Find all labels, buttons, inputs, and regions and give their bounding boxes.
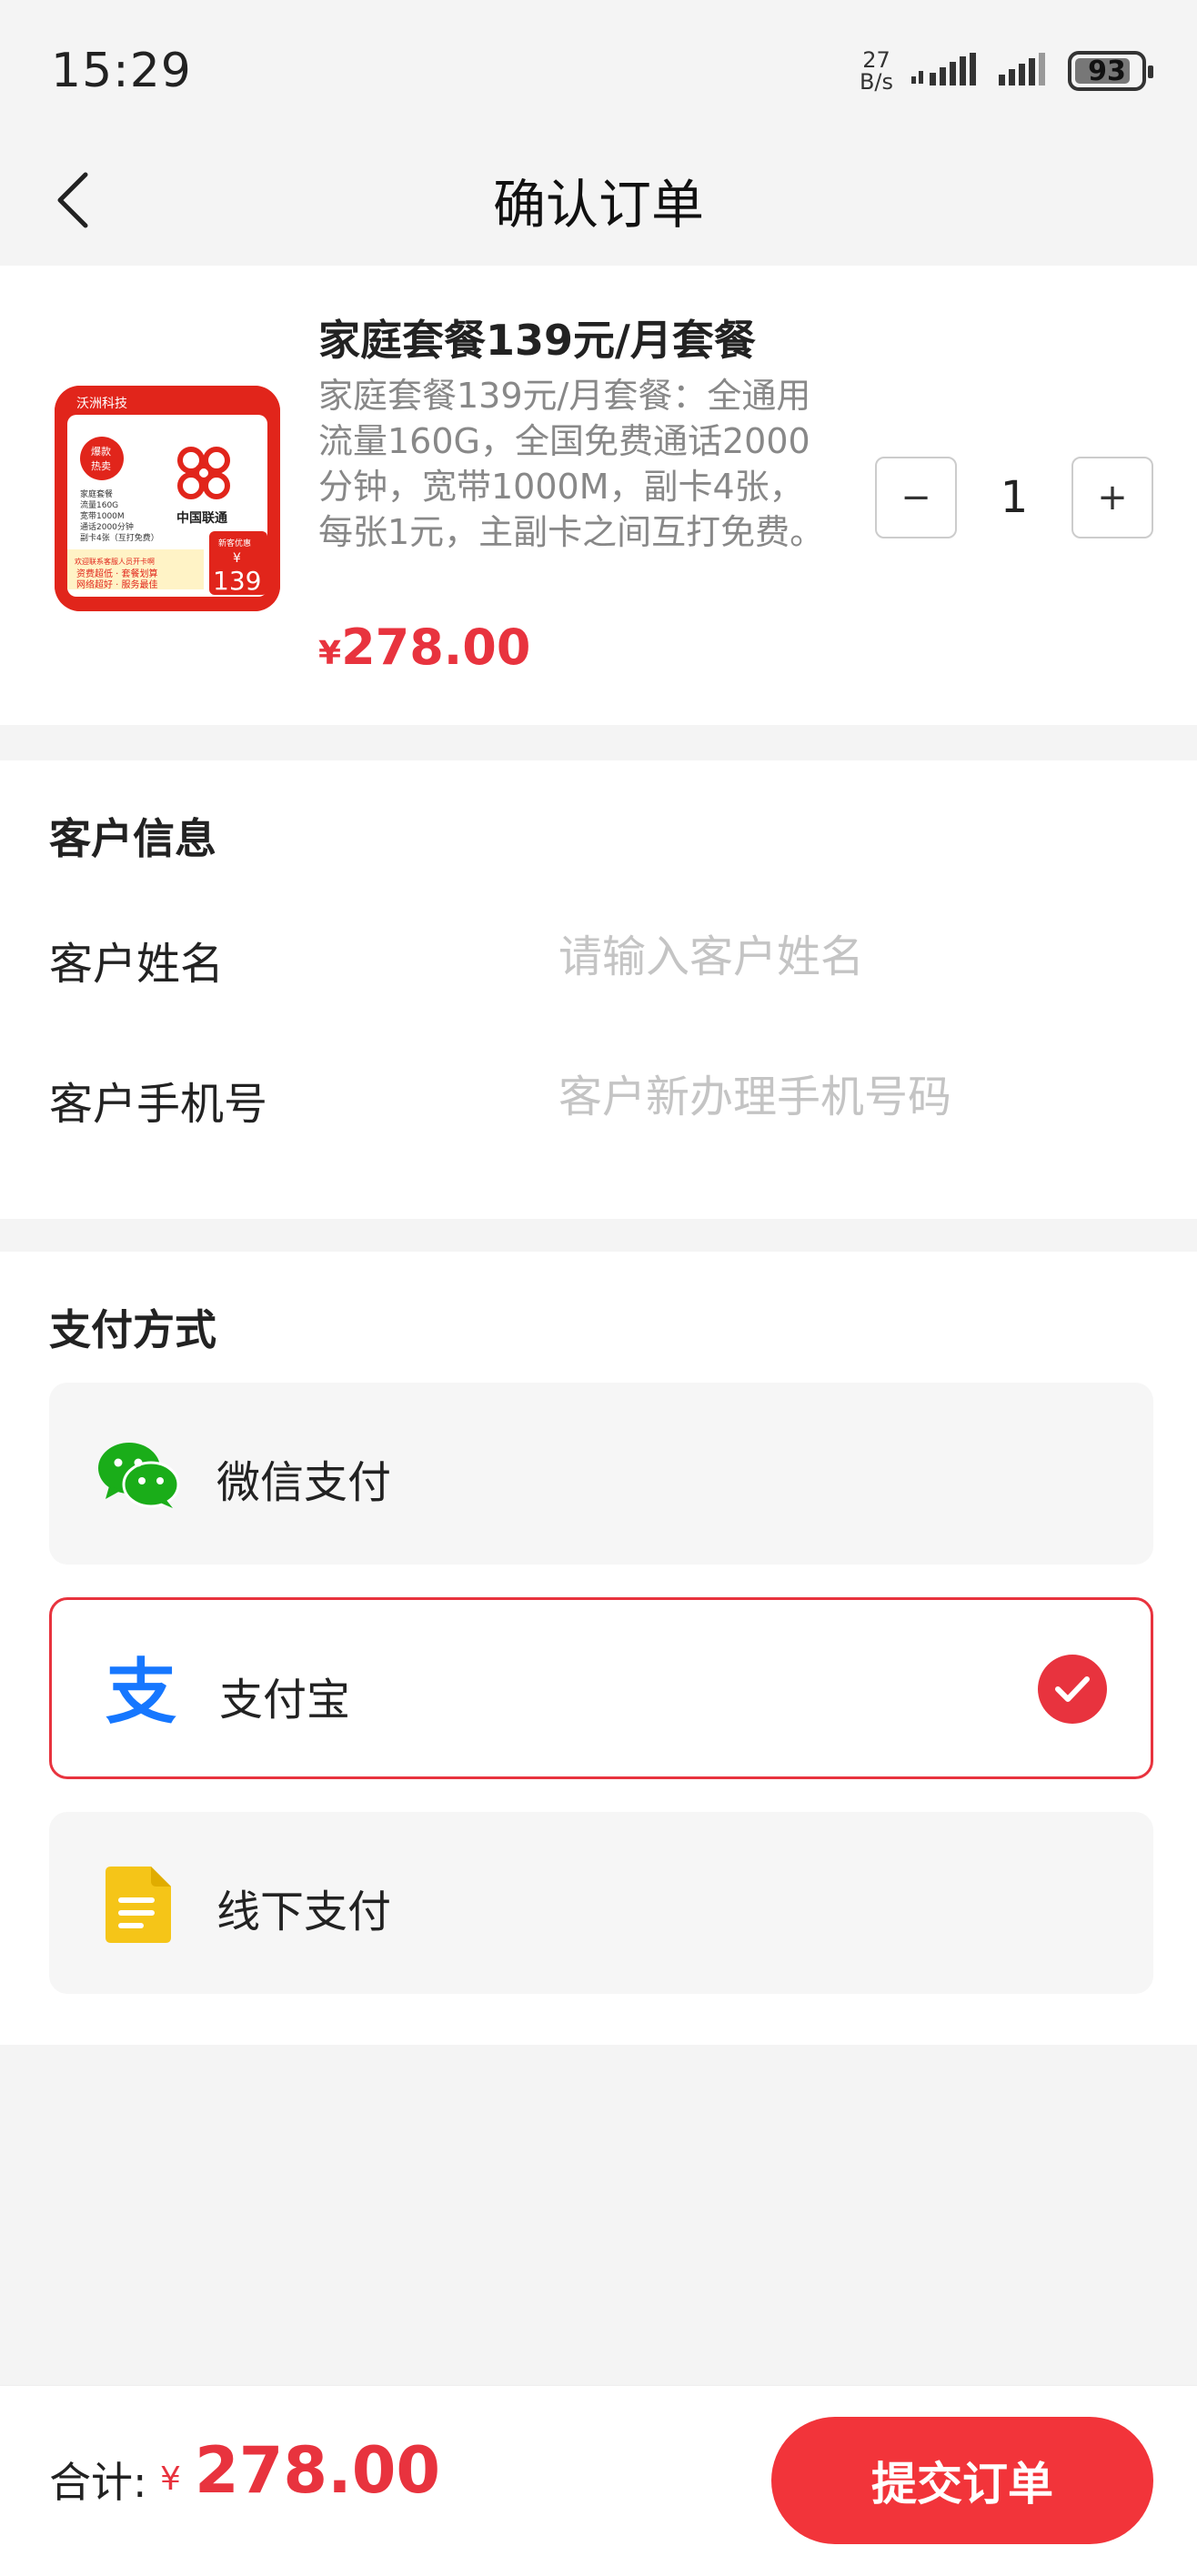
checkout-bar: 合计: ¥ 278.00 提交订单 [0, 2385, 1197, 2576]
signal-icon-2 [999, 53, 1045, 86]
network-speed: 27 B/s [860, 49, 893, 93]
poster-footer-2: 资费超低 · 套餐划算 [76, 568, 158, 579]
poster-line-3: 宽带1000M [80, 510, 125, 521]
alipay-glyph: 支 [105, 1652, 176, 1734]
quantity-decrement-button[interactable]: − [875, 457, 957, 538]
customer-phone-input[interactable] [558, 1062, 1159, 1132]
payment-option-wechat[interactable]: 微信支付 [49, 1383, 1153, 1565]
total-label: 合计: [49, 2458, 147, 2507]
payment-option-label: 线下支付 [216, 1887, 392, 1937]
customer-section-title: 客户信息 [49, 814, 216, 863]
payment-option-offline[interactable]: 线下支付 [49, 1812, 1153, 1994]
product-card: 沃洲科技 爆款 热卖 家庭套餐 流量160G 宽带1000M 通话2000分钟 … [0, 266, 1197, 725]
poster-badge-bottom: 热卖 [91, 460, 111, 472]
poster-operator: 中国联通 [176, 510, 227, 526]
customer-info-section: 客户信息 客户姓名 客户手机号 [0, 760, 1197, 1219]
poster-price: 139 [213, 566, 261, 596]
poster-line-4: 通话2000分钟 [80, 521, 134, 532]
product-poster: 沃洲科技 爆款 热卖 家庭套餐 流量160G 宽带1000M 通话2000分钟 … [55, 386, 280, 611]
status-time: 15:29 [51, 44, 192, 98]
product-description: 家庭套餐139元/月套餐：全通用流量160G，全国免费通话2000分钟，宽带10… [318, 376, 825, 552]
wechat-icon [96, 1434, 180, 1517]
payment-section-title: 支付方式 [49, 1305, 216, 1354]
battery-icon: 93 [1068, 51, 1153, 91]
customer-name-input[interactable] [558, 922, 1159, 991]
poster-line-1: 家庭套餐 [80, 488, 113, 499]
network-speed-value: 27 [862, 47, 890, 73]
network-speed-unit: B/s [859, 69, 893, 95]
poster-footer-1: 欢迎联系客服人员开卡啊 [75, 557, 155, 566]
payment-option-alipay[interactable]: 支 支付宝 [49, 1597, 1153, 1779]
quantity-increment-button[interactable]: + [1071, 457, 1153, 538]
total-value: 278.00 [195, 2433, 441, 2508]
submit-order-button[interactable]: 提交订单 [771, 2417, 1153, 2544]
poster-footer-3: 网络超好 · 服务最佳 [76, 579, 158, 590]
poster-currency: ¥ [233, 551, 241, 566]
price-symbol: ¥ [318, 635, 342, 672]
product-image: 沃洲科技 爆款 热卖 家庭套餐 流量160G 宽带1000M 通话2000分钟 … [55, 386, 280, 611]
nav-bar: 确认订单 [0, 136, 1197, 264]
payment-option-label: 微信支付 [216, 1457, 392, 1508]
poster-monthly-label: 新客优惠 [218, 538, 251, 548]
poster-line-5: 副卡4张（互打免费） [80, 532, 159, 543]
quantity-value: 1 [1000, 472, 1029, 523]
product-price: ¥278.00 [318, 619, 530, 676]
page-title: 确认订单 [492, 174, 704, 236]
battery-level: 93 [1088, 55, 1126, 87]
status-icons: 27 B/s 93 [860, 45, 1153, 96]
total-symbol: ¥ [160, 2460, 181, 2498]
customer-phone-label: 客户手机号 [49, 1079, 268, 1130]
poster-badge-top: 爆款 [91, 445, 111, 458]
poster-brand: 沃洲科技 [76, 397, 127, 411]
customer-name-label: 客户姓名 [49, 939, 225, 990]
status-bar: 15:29 27 B/s 93 [0, 0, 1197, 136]
price-value: 278.00 [341, 619, 531, 676]
document-icon [96, 1863, 180, 1947]
payment-option-label: 支付宝 [219, 1675, 351, 1726]
poster-line-2: 流量160G [80, 499, 118, 510]
product-title: 家庭套餐139元/月套餐 [318, 316, 756, 365]
signal-icon [911, 53, 976, 86]
payment-section: 支付方式 微信支付 支 支付宝 线下支付 [0, 1252, 1197, 2045]
alipay-icon: 支 [99, 1651, 183, 1735]
check-icon [1038, 1655, 1107, 1724]
